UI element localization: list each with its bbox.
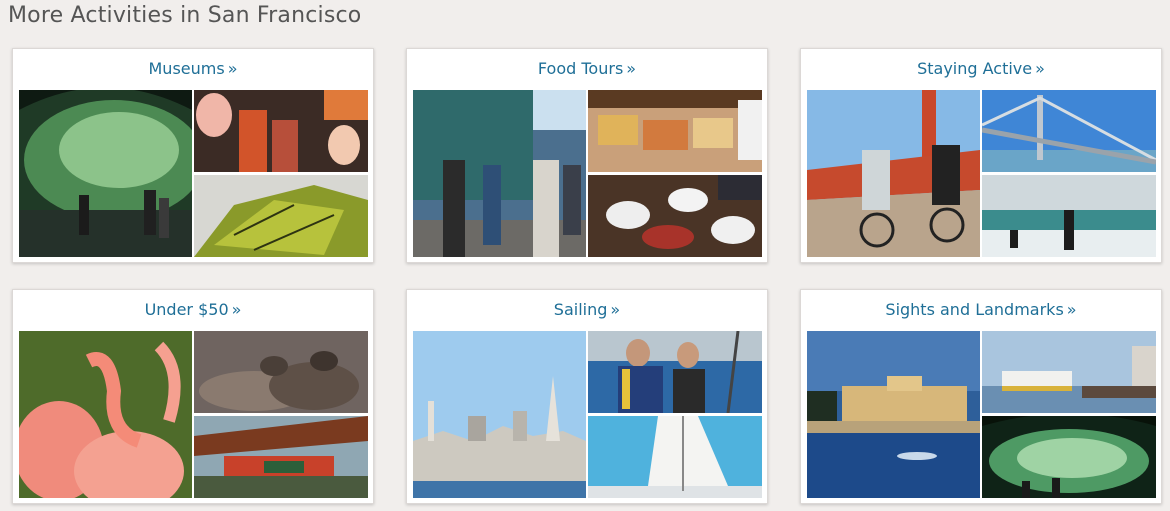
food-tours-market-stall-photo[interactable] xyxy=(588,90,762,172)
card-title-sights-and-landmarks-link[interactable]: Sights and Landmarks» xyxy=(801,300,1161,319)
card-label[interactable]: Sights and Landmarks xyxy=(885,300,1063,319)
sights-aquarium-tunnel-photo[interactable] xyxy=(982,416,1156,498)
double-chevron-right-icon: » xyxy=(626,59,637,78)
card-title-staying-active-link[interactable]: Staying Active» xyxy=(801,59,1161,78)
card-title-food-tours-link[interactable]: Food Tours» xyxy=(407,59,767,78)
sights-ferry-boat-photo[interactable] xyxy=(982,331,1156,413)
double-chevron-right-icon: » xyxy=(610,300,621,319)
card-label[interactable]: Staying Active xyxy=(917,59,1032,78)
activity-card-staying-active[interactable]: Staying Active» xyxy=(800,48,1162,263)
double-chevron-right-icon: » xyxy=(231,300,242,319)
double-chevron-right-icon: » xyxy=(1066,300,1077,319)
sailing-crew-life-jackets-photo[interactable] xyxy=(588,331,762,413)
food-tours-dining-table-photo[interactable] xyxy=(588,175,762,257)
sailing-sailboat-photo[interactable] xyxy=(588,416,762,498)
double-chevron-right-icon: » xyxy=(1035,59,1045,78)
staying-active-surfing-photo[interactable] xyxy=(982,175,1156,257)
card-title-sailing-link[interactable]: Sailing» xyxy=(407,300,767,319)
card-label[interactable]: Food Tours xyxy=(538,59,623,78)
activity-card-sights-and-landmarks[interactable]: Sights and Landmarks» xyxy=(800,289,1162,504)
museums-aquarium-tunnel-photo[interactable] xyxy=(19,90,192,257)
museums-exhibit-figures-photo[interactable] xyxy=(194,90,368,172)
under-50-flamingos-photo[interactable] xyxy=(19,331,192,498)
card-title-museums-link[interactable]: Museums» xyxy=(13,59,373,78)
page-title: More Activities in San Francisco xyxy=(8,3,362,28)
activity-card-museums[interactable]: Museums» xyxy=(12,48,374,263)
sights-legion-of-honor-photo[interactable] xyxy=(807,331,980,498)
activity-card-food-tours[interactable]: Food Tours» xyxy=(406,48,768,263)
under-50-sea-lions-photo[interactable] xyxy=(194,331,368,413)
activity-card-sailing[interactable]: Sailing» xyxy=(406,289,768,504)
staying-active-bay-bridge-photo[interactable] xyxy=(982,90,1156,172)
sailing-city-skyline-photo[interactable] xyxy=(413,331,586,498)
double-chevron-right-icon: » xyxy=(227,59,238,78)
staying-active-golden-gate-cyclists-photo[interactable] xyxy=(807,90,980,257)
card-label[interactable]: Museums xyxy=(149,59,225,78)
museums-green-sculpture-photo[interactable] xyxy=(194,175,368,257)
activity-card-under-50[interactable]: Under $50» xyxy=(12,289,374,504)
food-tours-street-group-photo[interactable] xyxy=(413,90,586,257)
under-50-chinatown-gate-photo[interactable] xyxy=(194,416,368,498)
card-label[interactable]: Under $50 xyxy=(145,300,229,319)
card-title-under-50-link[interactable]: Under $50» xyxy=(13,300,373,319)
card-label[interactable]: Sailing xyxy=(554,300,608,319)
